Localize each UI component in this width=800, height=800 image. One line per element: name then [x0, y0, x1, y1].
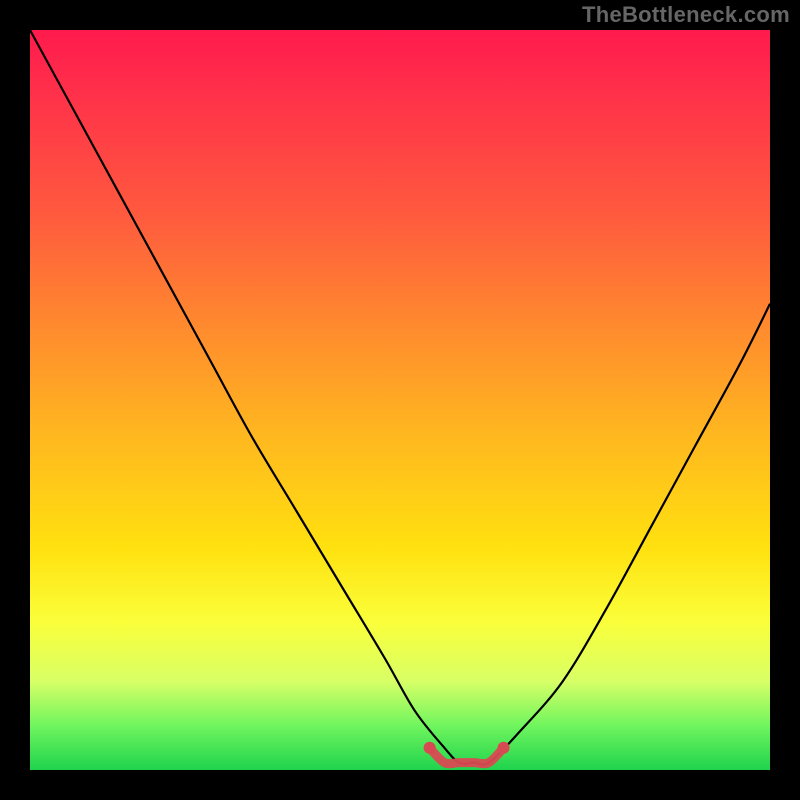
plot-area: [30, 30, 770, 770]
bottleneck-curve: [30, 30, 770, 765]
curve-svg: [30, 30, 770, 770]
watermark-text: TheBottleneck.com: [582, 2, 790, 28]
sweet-spot-end-left: [424, 742, 436, 754]
sweet-spot-end-right: [498, 742, 510, 754]
sweet-spot-marker: [430, 748, 504, 764]
chart-frame: TheBottleneck.com: [0, 0, 800, 800]
